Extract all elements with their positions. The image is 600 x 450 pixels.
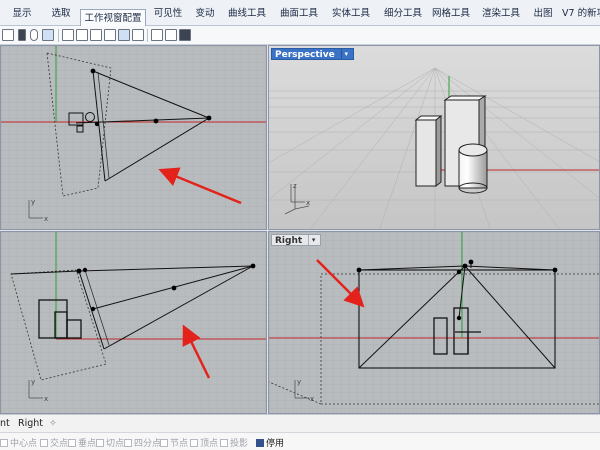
viewport-tab-front[interactable]: nt — [0, 418, 10, 429]
pen-icon[interactable] — [30, 29, 38, 41]
osnap-project[interactable]: 投影 — [220, 436, 248, 449]
checkbox-icon — [40, 439, 48, 447]
viewport-tab-bar: nt Right ✧ — [0, 414, 600, 432]
checkbox-icon — [96, 439, 104, 447]
tab-transform[interactable]: 变动 — [190, 7, 220, 26]
osnap-bar: 中心点 交点 垂点 切点 四分点 节点 顶点 投影 停用 — [0, 432, 600, 450]
tab-surface-tools[interactable]: 曲面工具 — [276, 7, 322, 26]
split-vertical-icon[interactable] — [104, 29, 116, 41]
print-icon[interactable] — [151, 29, 163, 41]
osnap-center[interactable]: 中心点 — [0, 436, 37, 449]
osnap-perpendicular[interactable]: 垂点 — [68, 436, 96, 449]
viewport-label-right[interactable]: Right ▾ — [271, 234, 322, 246]
new-viewport-icon[interactable] — [62, 29, 74, 41]
tab-visibility[interactable]: 可见性 — [148, 7, 188, 26]
three-viewports-icon[interactable] — [132, 29, 144, 41]
tab-select[interactable]: 选取 — [44, 7, 78, 26]
axis-label-y: y — [297, 378, 301, 386]
floating-viewport-icon[interactable] — [76, 29, 88, 41]
tab-viewport-layout[interactable]: 工作视窗配置 — [80, 9, 146, 27]
checkbox-icon — [124, 439, 132, 447]
checkbox-icon — [68, 439, 76, 447]
viewport-right[interactable]: xy Right ▾ — [268, 231, 600, 414]
viewport-bottom-left-canvas: xy — [1, 232, 266, 413]
viewport-perspective-canvas: xz — [269, 46, 599, 229]
tab-subd-tools[interactable]: 细分工具 — [380, 7, 426, 26]
dropdown-icon[interactable] — [18, 29, 26, 41]
tab-display[interactable]: 显示 — [4, 7, 40, 26]
chevron-down-icon[interactable]: ▾ — [308, 235, 318, 245]
ribbon-tab-bar: 显示 选取 工作视窗配置 可见性 变动 曲线工具 曲面工具 实体工具 细分工具 … — [0, 0, 600, 27]
split-horizontal-icon[interactable] — [90, 29, 102, 41]
axis-label-y: z — [293, 182, 297, 190]
axis-label-x: x — [310, 395, 314, 403]
axis-label-y: y — [31, 198, 35, 206]
four-viewports-icon[interactable] — [118, 29, 130, 41]
viewport-title-right: Right — [275, 236, 303, 246]
layout-icon[interactable] — [165, 29, 177, 41]
chevron-down-icon[interactable]: ▾ — [340, 49, 351, 59]
osnap-tangent[interactable]: 切点 — [96, 436, 124, 449]
axis-label-x: x — [44, 395, 48, 403]
axis-label-y: y — [31, 378, 35, 386]
osnap-quadrant[interactable]: 四分点 — [124, 436, 161, 449]
viewport-label-perspective[interactable]: Perspective ▾ — [271, 48, 354, 60]
viewport-perspective[interactable]: xz Perspective ▾ — [268, 45, 600, 230]
display-mode-icon[interactable] — [42, 29, 54, 41]
tab-solid-tools[interactable]: 实体工具 — [328, 7, 374, 26]
viewport-bottom-left[interactable]: xy — [0, 231, 267, 414]
viewport-icon[interactable] — [2, 29, 14, 41]
viewport-title-perspective: Perspective — [275, 50, 335, 60]
viewport-right-canvas: xy — [269, 232, 599, 413]
osnap-vertex[interactable]: 顶点 — [190, 436, 218, 449]
axis-label-x: x — [306, 199, 310, 207]
axis-label-x: x — [44, 215, 48, 223]
checkbox-icon — [190, 439, 198, 447]
checkbox-icon — [220, 439, 228, 447]
add-viewport-tab-icon[interactable]: ✧ — [49, 418, 57, 429]
osnap-disable[interactable]: 停用 — [256, 436, 284, 449]
tab-render-tools[interactable]: 渲染工具 — [478, 7, 524, 26]
viewport-toolbar — [0, 26, 600, 45]
osnap-intersection[interactable]: 交点 — [40, 436, 68, 449]
tab-curve-tools[interactable]: 曲线工具 — [224, 7, 270, 26]
maximize-icon[interactable] — [179, 29, 191, 41]
tab-whats-new[interactable]: V7 的新功 — [562, 7, 600, 26]
checkbox-icon — [160, 439, 168, 447]
tab-mesh-tools[interactable]: 网格工具 — [428, 7, 474, 26]
viewport-top-left[interactable]: xy — [0, 45, 267, 230]
tab-print[interactable]: 出图 — [528, 7, 558, 26]
osnap-knot[interactable]: 节点 — [160, 436, 188, 449]
checkbox-icon — [0, 439, 8, 447]
viewport-top-left-canvas: xy — [1, 46, 266, 229]
checkbox-icon — [256, 439, 264, 447]
viewport-tab-right[interactable]: Right — [18, 418, 43, 429]
